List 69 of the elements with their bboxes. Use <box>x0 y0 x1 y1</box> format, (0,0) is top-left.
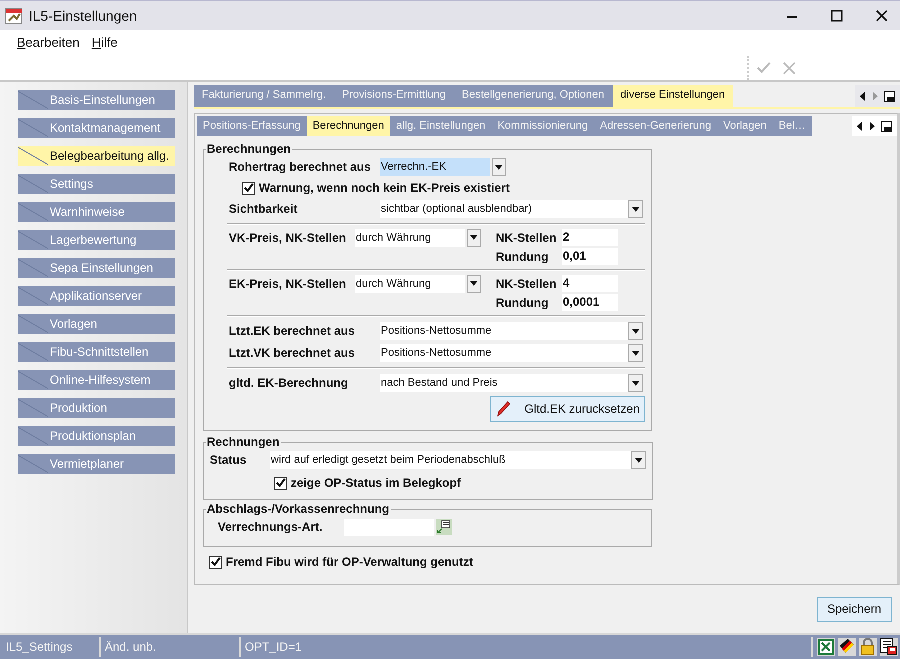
caret-icon <box>632 380 640 386</box>
status-field: OPT_ID=1 <box>241 637 813 657</box>
maximize-icon[interactable] <box>831 10 843 22</box>
sidebar-item[interactable]: Belegbearbeitung allg. <box>18 146 175 166</box>
checkbox-label[interactable]: Warnung, wenn noch kein EK-Preis existiert <box>259 181 510 195</box>
dropdown-button[interactable] <box>628 374 643 392</box>
status-field: Änd. unb. <box>101 637 241 657</box>
caret-icon <box>495 164 503 170</box>
close-icon[interactable] <box>876 10 888 22</box>
scroll-left-icon[interactable] <box>857 122 863 130</box>
dropdown-button[interactable] <box>628 200 643 218</box>
field-label: gltd. EK-Berechnung <box>228 376 350 390</box>
app-icon <box>5 6 23 24</box>
dropdown-button[interactable] <box>492 158 506 176</box>
lookup-icon[interactable] <box>436 519 452 535</box>
caret-icon <box>632 350 640 356</box>
caret-icon <box>632 206 640 212</box>
window-title: IL5-Einstellungen <box>29 8 138 24</box>
menu-item[interactable]: Bearbeiten <box>17 35 80 50</box>
checkbox[interactable] <box>209 556 222 568</box>
input-field[interactable]: 0,01 <box>562 248 618 265</box>
dropdown-button[interactable] <box>631 451 646 469</box>
field-label: Rohertrag berechnet aus <box>228 160 372 174</box>
dropdown-field[interactable]: wird auf erledigt gesetzt beim Periodenabschluß <box>270 451 631 469</box>
checkbox-label[interactable]: zeige OP-Status im Belegkopf <box>291 476 462 490</box>
input-field[interactable]: 0,0001 <box>562 294 618 311</box>
group-title: Abschlags-/Vorkassenrechnung <box>206 502 390 516</box>
menu-item[interactable]: Hilfe <box>92 35 118 50</box>
caret-icon <box>470 235 478 240</box>
field-label: Status <box>209 453 248 467</box>
field-label: Rundung <box>496 296 550 310</box>
tab[interactable]: Berechnungen <box>306 116 390 136</box>
scroll-left-icon[interactable] <box>860 92 866 100</box>
checkbox[interactable] <box>274 476 287 490</box>
field-label: Ltzt.EK berechnet aus <box>228 324 356 338</box>
dropdown-button[interactable] <box>628 322 643 340</box>
dropdown-button[interactable] <box>467 274 481 292</box>
field-label: NK-Stellen <box>496 276 558 290</box>
caret-icon <box>632 328 640 334</box>
field-label: EK-Preis, NK-Stellen <box>228 276 348 290</box>
save-icon[interactable] <box>880 638 898 656</box>
input-field[interactable]: 2 <box>562 229 618 246</box>
group-title: Rechnungen <box>206 435 281 449</box>
pencil-icon <box>496 401 511 417</box>
scroll-right-icon[interactable] <box>869 122 875 130</box>
save-button[interactable]: Speichern <box>817 596 892 622</box>
window-list-icon[interactable] <box>884 90 895 102</box>
dropdown-button[interactable] <box>628 344 643 362</box>
field-label: Sichtbarkeit <box>228 202 299 216</box>
input-field[interactable]: 4 <box>562 275 618 292</box>
checkbox-label[interactable]: Fremd Fibu wird für OP-Verwaltung genutzt <box>226 555 474 569</box>
tab[interactable]: diverse Einstellungen <box>612 85 734 107</box>
status-field: IL5_Settings <box>2 637 101 657</box>
field-label: Rundung <box>496 250 550 264</box>
dropdown-field[interactable]: durch Währung <box>355 274 465 292</box>
window-list-icon[interactable] <box>881 120 892 132</box>
field-label: Verrechnungs-Art. <box>217 520 324 534</box>
field-label: NK-Stellen <box>496 230 558 244</box>
caret-icon <box>470 281 478 286</box>
dropdown-field[interactable]: durch Währung <box>355 228 465 246</box>
field-label: VK-Preis, NK-Stellen <box>228 230 348 244</box>
group-title: Berechnungen <box>206 142 292 156</box>
dropdown-button[interactable] <box>467 228 481 246</box>
reset-button[interactable]: Gltd.EK zurucksetzen <box>490 396 645 422</box>
field-label: Ltzt.VK berechnet aus <box>228 346 356 360</box>
caret-icon <box>634 458 642 462</box>
spreadsheet-icon[interactable] <box>817 638 835 656</box>
flag-icon[interactable] <box>838 638 856 656</box>
checkbox[interactable] <box>242 182 255 194</box>
